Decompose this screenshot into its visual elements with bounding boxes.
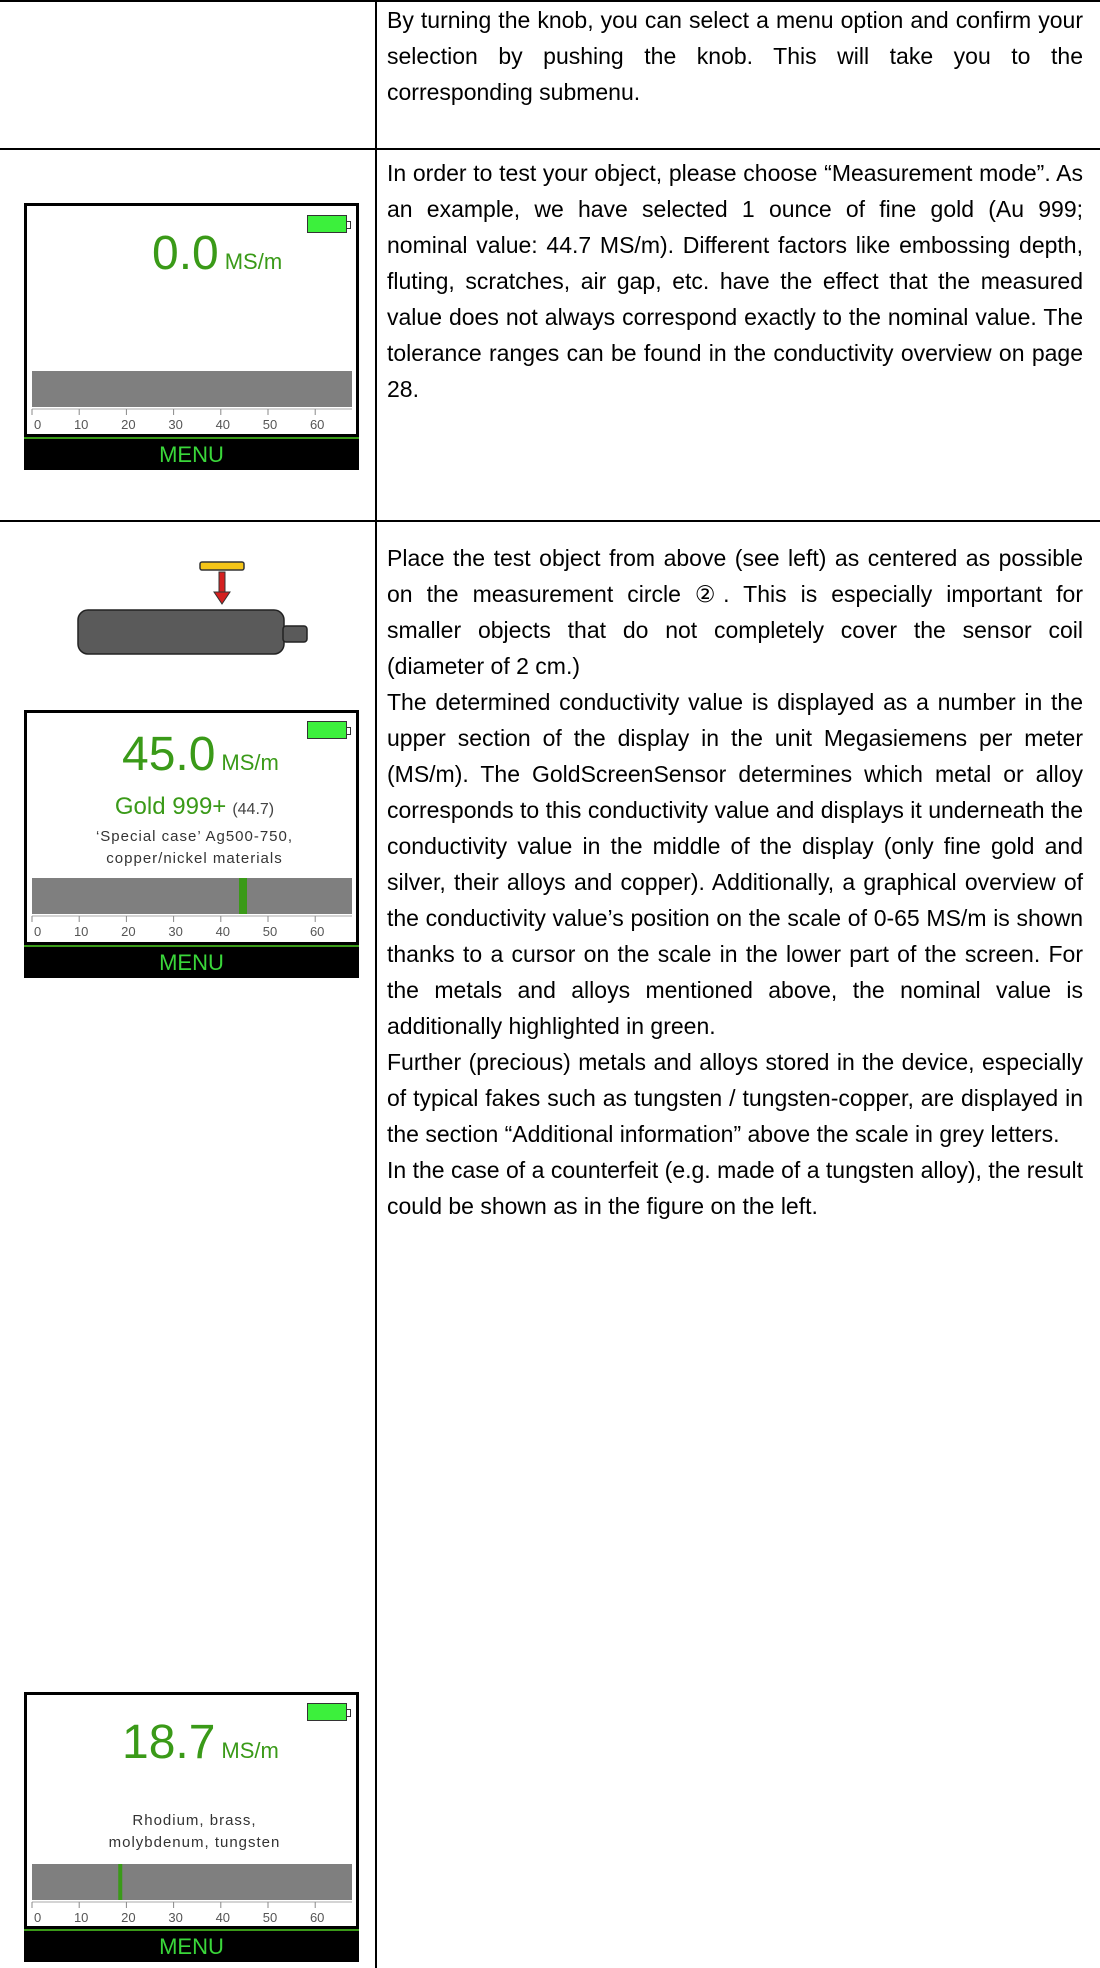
scale-tick-label: 50 [263,417,277,432]
scale-tick-label: 30 [168,417,182,432]
device-screen-zero: 0.0 MS/m 0 10 20 30 40 50 60 MENU [24,203,359,470]
scale-tick-label: 40 [216,417,230,432]
scale-tick-label: 60 [310,1910,324,1925]
reading-unit: MS/m [221,1738,279,1763]
row-2-text: In order to test your object, please cho… [387,160,1083,402]
scale-cursor [242,878,247,914]
scale-bar [32,878,352,914]
scale-bar [32,1864,352,1900]
menu-button[interactable]: MENU [24,947,359,978]
metal-identification: Gold 999+ (44.7) [27,793,362,821]
conductivity-reading: 45.0 MS/m [122,727,279,782]
device-screen-gold: 45.0 MS/m Gold 999+ (44.7) ‘Special case’ … [24,710,359,978]
screen-frame: 0.0 MS/m 0 10 20 30 40 50 60 [24,203,359,437]
scale-tick-label: 10 [74,1910,88,1925]
scale-bar [32,371,352,407]
paragraph-counterfeit: In the case of a counterfeit (e.g. made … [387,1157,1083,1219]
device-body-icon [77,609,285,655]
scale-tick-label: 40 [216,924,230,939]
menu-button[interactable]: MENU [24,439,359,470]
placement-diagram [77,561,308,655]
nominal-value: (44.7) [232,801,275,818]
conductivity-scale: 0 10 20 30 40 50 60 [31,1864,352,1925]
device-screen-counterfeit: 18.7 MS/m Rhodium, brass, molybdenum, tun… [24,1692,359,1962]
arrow-down-icon [213,591,231,605]
scale-tick-label: 60 [310,417,324,432]
conductivity-scale: 0 10 20 30 40 50 60 [31,878,352,939]
scale-tick-label: 10 [74,924,88,939]
battery-icon [307,215,351,233]
scale-tick-label: 20 [121,924,135,939]
scale-tick-label: 60 [310,924,324,939]
scale-tick-label: 0 [34,417,41,432]
menu-button[interactable]: MENU [24,1931,359,1962]
paragraph-determined-value: The determined conductivity value is dis… [387,689,1083,1039]
table-column-divider [375,0,377,1968]
screen-frame: 45.0 MS/m Gold 999+ (44.7) ‘Special case’ … [24,710,359,945]
scale-tick-label: 20 [121,417,135,432]
screen-frame: 18.7 MS/m Rhodium, brass, molybdenum, tun… [24,1692,359,1929]
additional-information: ‘Special case’ Ag500-750, copper/nickel … [27,826,362,870]
conductivity-reading: 0.0 MS/m [152,226,282,281]
scale-cursor [118,1864,123,1900]
additional-information: Rhodium, brass, molybdenum, tungsten [27,1810,362,1854]
info-line-1: ‘Special case’ Ag500-750, [95,828,294,845]
battery-icon [307,1703,351,1721]
battery-icon [307,721,351,739]
device-cap-icon [282,625,308,643]
info-line-2: molybdenum, tungsten [108,1834,281,1851]
scale-tick-label: 50 [263,1910,277,1925]
reading-unit: MS/m [224,249,283,274]
paragraph-placement: Place the test object from above (see le… [387,545,1083,679]
row-1-text: By turning the knob, you can select a me… [387,7,1083,105]
row-3-text: Place the test object from above (see le… [387,540,1083,1224]
reading-unit: MS/m [221,750,279,775]
info-line-1: Rhodium, brass, [132,1812,257,1829]
conductivity-reading: 18.7 MS/m [122,1715,279,1770]
scale-tick-label: 10 [74,417,88,432]
info-line-2: copper/nickel materials [106,850,283,867]
metal-name: Gold 999+ [114,793,227,820]
table-row-divider-1 [0,148,1100,150]
conductivity-scale: 0 10 20 30 40 50 60 [31,371,352,432]
reading-value: 18.7 [122,1716,216,1769]
paragraph-further-metals: Further (precious) metals and alloys sto… [387,1049,1083,1147]
reading-value: 45.0 [122,728,216,781]
reading-value: 0.0 [152,227,219,280]
scale-tick-label: 30 [168,1910,182,1925]
scale-tick-label: 0 [34,924,41,939]
scale-tick-label: 50 [263,924,277,939]
test-object-icon [199,561,245,571]
scale-tick-label: 40 [216,1910,230,1925]
scale-tick-label: 0 [34,1910,41,1925]
scale-tick-label: 30 [168,924,182,939]
scale-tick-label: 20 [121,1910,135,1925]
table-row-divider-2 [0,520,1100,522]
test-object-placement-illustration [70,558,320,662]
